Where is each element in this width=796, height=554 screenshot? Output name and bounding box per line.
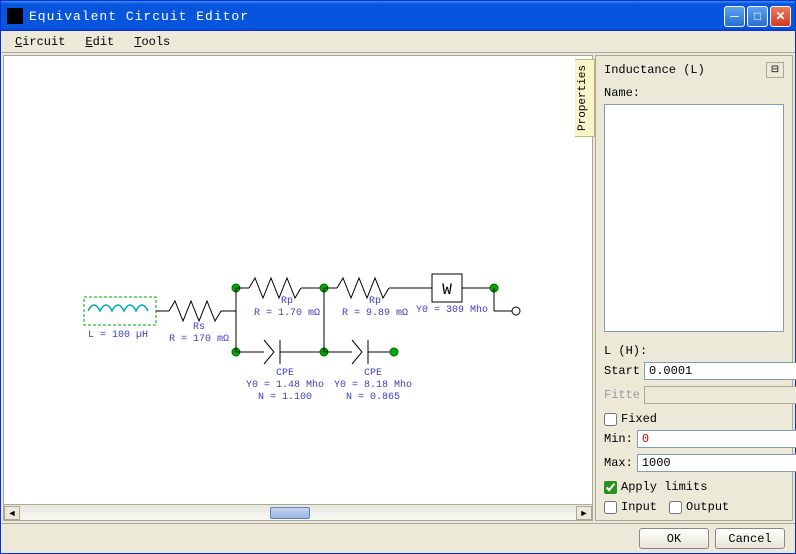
main-window: Equivalent Circuit Editor ─ □ ✕ Circuit … [0, 0, 796, 554]
scroll-track[interactable] [20, 506, 576, 520]
output-checkbox[interactable] [669, 501, 682, 514]
close-button[interactable]: ✕ [770, 6, 791, 27]
cancel-button[interactable]: Cancel [715, 528, 785, 549]
ok-button[interactable]: OK [639, 528, 709, 549]
output-label: Output [686, 500, 729, 514]
label-cpe1: CPE Y0 = 1.48 Mho N = 1.100 [246, 368, 324, 404]
name-label: Name: [604, 86, 784, 100]
max-field[interactable] [637, 454, 796, 472]
content-area: W [1, 53, 795, 523]
canvas-container: W [3, 55, 593, 521]
circuit-canvas[interactable]: W [4, 56, 592, 504]
dialog-button-bar: OK Cancel [1, 523, 795, 553]
titlebar: Equivalent Circuit Editor ─ □ ✕ [1, 1, 795, 31]
scroll-left-button[interactable]: ◄ [4, 506, 20, 520]
menu-circuit[interactable]: Circuit [7, 33, 73, 51]
start-label: Start [604, 364, 640, 378]
label-rp1: Rp R = 1.70 mΩ [254, 296, 320, 320]
horizontal-scrollbar[interactable]: ◄ ► [4, 504, 592, 520]
svg-text:W: W [442, 281, 452, 299]
fitte-label: Fitte [604, 388, 640, 402]
label-inductor: L = 100 µH [88, 330, 148, 341]
label-cpe2: CPE Y0 = 8.18 Mho N = 0.865 [334, 368, 412, 404]
lh-label: L (H): [604, 344, 784, 358]
menu-edit[interactable]: Edit [77, 33, 122, 51]
min-field[interactable] [637, 430, 796, 448]
min-label: Min: [604, 432, 633, 446]
fitte-field [644, 386, 796, 404]
app-icon [7, 8, 23, 24]
apply-limits-checkbox[interactable] [604, 481, 617, 494]
menubar: Circuit Edit Tools [1, 31, 795, 53]
max-label: Max: [604, 456, 633, 470]
scroll-thumb[interactable] [270, 507, 310, 519]
schematic-svg: W [4, 56, 564, 504]
window-title: Equivalent Circuit Editor [29, 9, 724, 24]
panel-title: Inductance (L) [604, 63, 705, 77]
label-rs: Rs R = 170 mΩ [169, 322, 229, 346]
name-field[interactable] [604, 104, 784, 332]
input-label: Input [621, 500, 657, 514]
input-checkbox[interactable] [604, 501, 617, 514]
properties-tab[interactable]: Properties [575, 59, 595, 137]
pin-icon[interactable]: ⊟ [766, 62, 784, 78]
properties-panel: Inductance (L) ⊟ Name: L (H): Start Fitt… [595, 55, 793, 521]
fixed-label: Fixed [621, 412, 657, 426]
start-field[interactable] [644, 362, 796, 380]
label-warburg: Y0 = 309 Mho [416, 305, 488, 316]
apply-limits-label: Apply limits [621, 480, 707, 494]
scroll-right-button[interactable]: ► [576, 506, 592, 520]
fixed-checkbox[interactable] [604, 413, 617, 426]
menu-tools[interactable]: Tools [126, 33, 178, 51]
minimize-button[interactable]: ─ [724, 6, 745, 27]
maximize-button[interactable]: □ [747, 6, 768, 27]
label-rp2: Rp R = 9.89 mΩ [342, 296, 408, 320]
